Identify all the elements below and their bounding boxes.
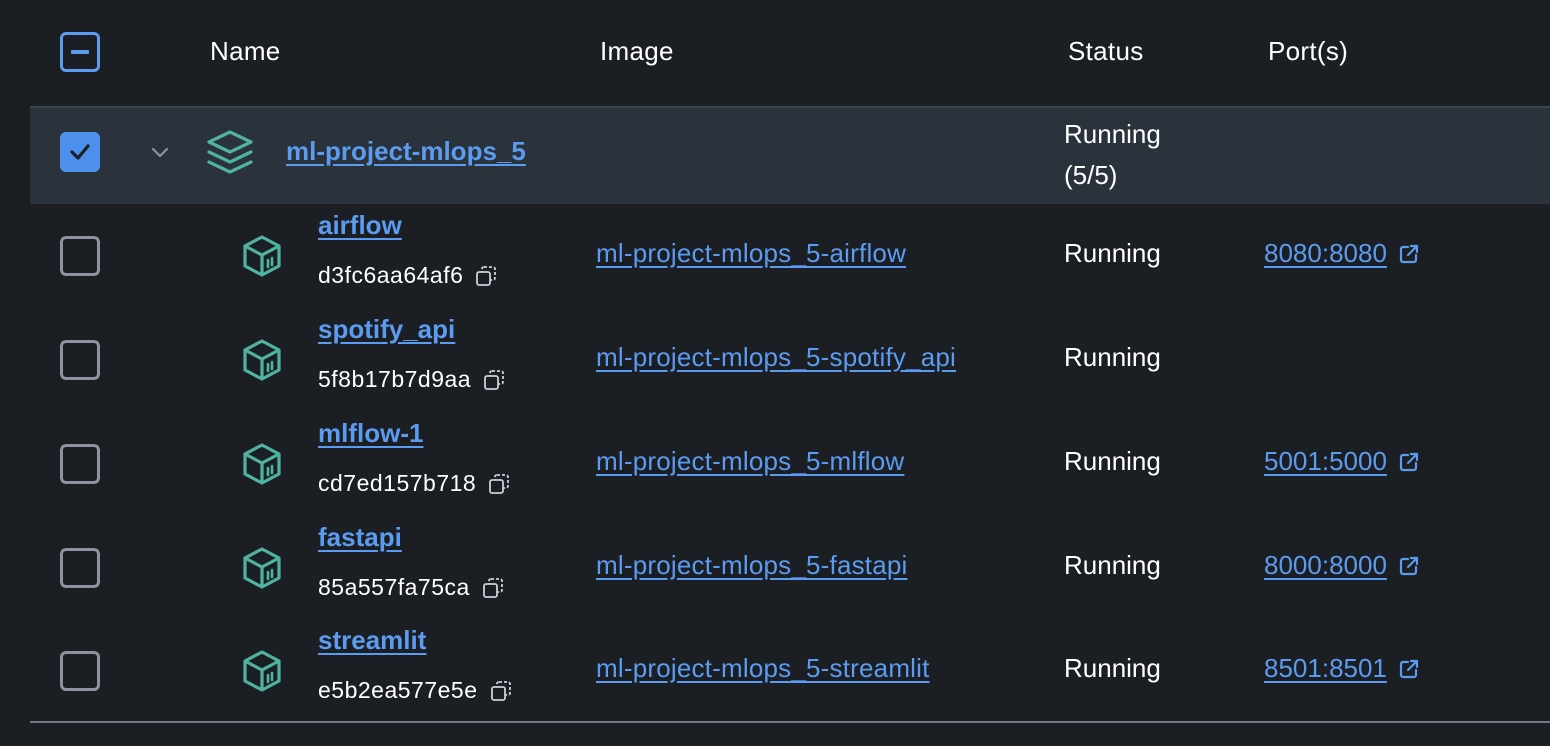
container-port: 5001:5000 (1264, 446, 1421, 477)
external-link-icon[interactable] (1397, 657, 1421, 681)
header-status[interactable]: Status (1068, 36, 1144, 67)
container-cube-icon (240, 649, 284, 693)
container-cube-icon (240, 234, 284, 278)
table-row[interactable]: airflow d3fc6aa64af6 ml-project-mlops_5-… (0, 204, 1550, 308)
table-row[interactable]: spotify_api 5f8b17b7d9aa ml-project-mlop… (0, 308, 1550, 412)
copy-icon[interactable] (475, 265, 497, 287)
container-id: d3fc6aa64af6 (318, 262, 497, 289)
external-link-icon[interactable] (1397, 554, 1421, 578)
container-image-link[interactable]: ml-project-mlops_5-airflow (596, 238, 906, 269)
container-port: 8000:8000 (1264, 550, 1421, 581)
header-image[interactable]: Image (600, 36, 674, 67)
container-id: e5b2ea577e5e (318, 677, 512, 704)
copy-icon[interactable] (482, 577, 504, 599)
container-name-link[interactable]: airflow (318, 210, 402, 241)
chevron-down-icon[interactable] (148, 140, 172, 164)
table-row[interactable]: fastapi 85a557fa75ca ml-project-mlops_5-… (0, 516, 1550, 620)
row-checkbox[interactable] (60, 651, 100, 691)
container-status: Running (1064, 550, 1161, 580)
container-id: 85a557fa75ca (318, 574, 504, 601)
container-image-link[interactable]: ml-project-mlops_5-mlflow (596, 446, 904, 477)
container-id-text: 85a557fa75ca (318, 574, 470, 600)
stack-icon (204, 128, 256, 178)
row-checkbox[interactable] (60, 444, 100, 484)
row-checkbox[interactable] (60, 236, 100, 276)
copy-icon[interactable] (490, 680, 512, 702)
port-link[interactable]: 8080:8080 (1264, 238, 1387, 269)
row-checkbox[interactable] (60, 340, 100, 380)
container-port: 8080:8080 (1264, 238, 1421, 269)
container-id-text: d3fc6aa64af6 (318, 262, 464, 288)
group-checkbox[interactable] (60, 132, 100, 172)
port-link[interactable]: 8501:8501 (1264, 653, 1387, 684)
container-status: Running (1064, 342, 1161, 372)
header-ports[interactable]: Port(s) (1268, 36, 1348, 67)
container-id-text: cd7ed157b718 (318, 470, 477, 496)
table-row[interactable]: mlflow-1 cd7ed157b718 ml-project-mlops_5… (0, 412, 1550, 516)
container-image-link[interactable]: ml-project-mlops_5-fastapi (596, 550, 908, 581)
container-id: 5f8b17b7d9aa (318, 366, 505, 393)
port-link[interactable]: 5001:5000 (1264, 446, 1387, 477)
table-header: Name Image Status Port(s) (0, 0, 1550, 106)
group-status-count: (5/5) (1064, 160, 1118, 190)
container-image-link[interactable]: ml-project-mlops_5-streamlit (596, 653, 930, 684)
group-name-link[interactable]: ml-project-mlops_5 (286, 136, 526, 167)
group-status: Running (5/5) (1064, 114, 1244, 196)
select-all-checkbox[interactable] (60, 32, 100, 72)
container-name-link[interactable]: streamlit (318, 625, 426, 656)
container-status: Running (1064, 238, 1161, 268)
container-status: Running (1064, 446, 1161, 476)
container-name-link[interactable]: spotify_api (318, 314, 455, 345)
containers-table: Name Image Status Port(s) ml-project-mlo… (0, 0, 1550, 746)
container-id-text: 5f8b17b7d9aa (318, 366, 472, 392)
container-name-link[interactable]: mlflow-1 (318, 418, 423, 449)
external-link-icon[interactable] (1397, 450, 1421, 474)
container-status: Running (1064, 653, 1161, 683)
external-link-icon[interactable] (1397, 242, 1421, 266)
group-row[interactable] (30, 108, 1550, 204)
table-row[interactable]: streamlit e5b2ea577e5e ml-project-mlops_… (0, 619, 1550, 723)
container-id: cd7ed157b718 (318, 470, 510, 497)
container-name-link[interactable]: fastapi (318, 522, 402, 553)
container-cube-icon (240, 338, 284, 382)
container-cube-icon (240, 546, 284, 590)
container-cube-icon (240, 442, 284, 486)
container-image-link[interactable]: ml-project-mlops_5-spotify_api (596, 342, 956, 373)
header-name[interactable]: Name (210, 36, 281, 67)
copy-icon[interactable] (483, 369, 505, 391)
container-port: 8501:8501 (1264, 653, 1421, 684)
copy-icon[interactable] (488, 473, 510, 495)
row-checkbox[interactable] (60, 548, 100, 588)
bottom-divider (30, 721, 1550, 723)
group-status-line1: Running (1064, 119, 1161, 149)
container-id-text: e5b2ea577e5e (318, 677, 478, 703)
port-link[interactable]: 8000:8000 (1264, 550, 1387, 581)
